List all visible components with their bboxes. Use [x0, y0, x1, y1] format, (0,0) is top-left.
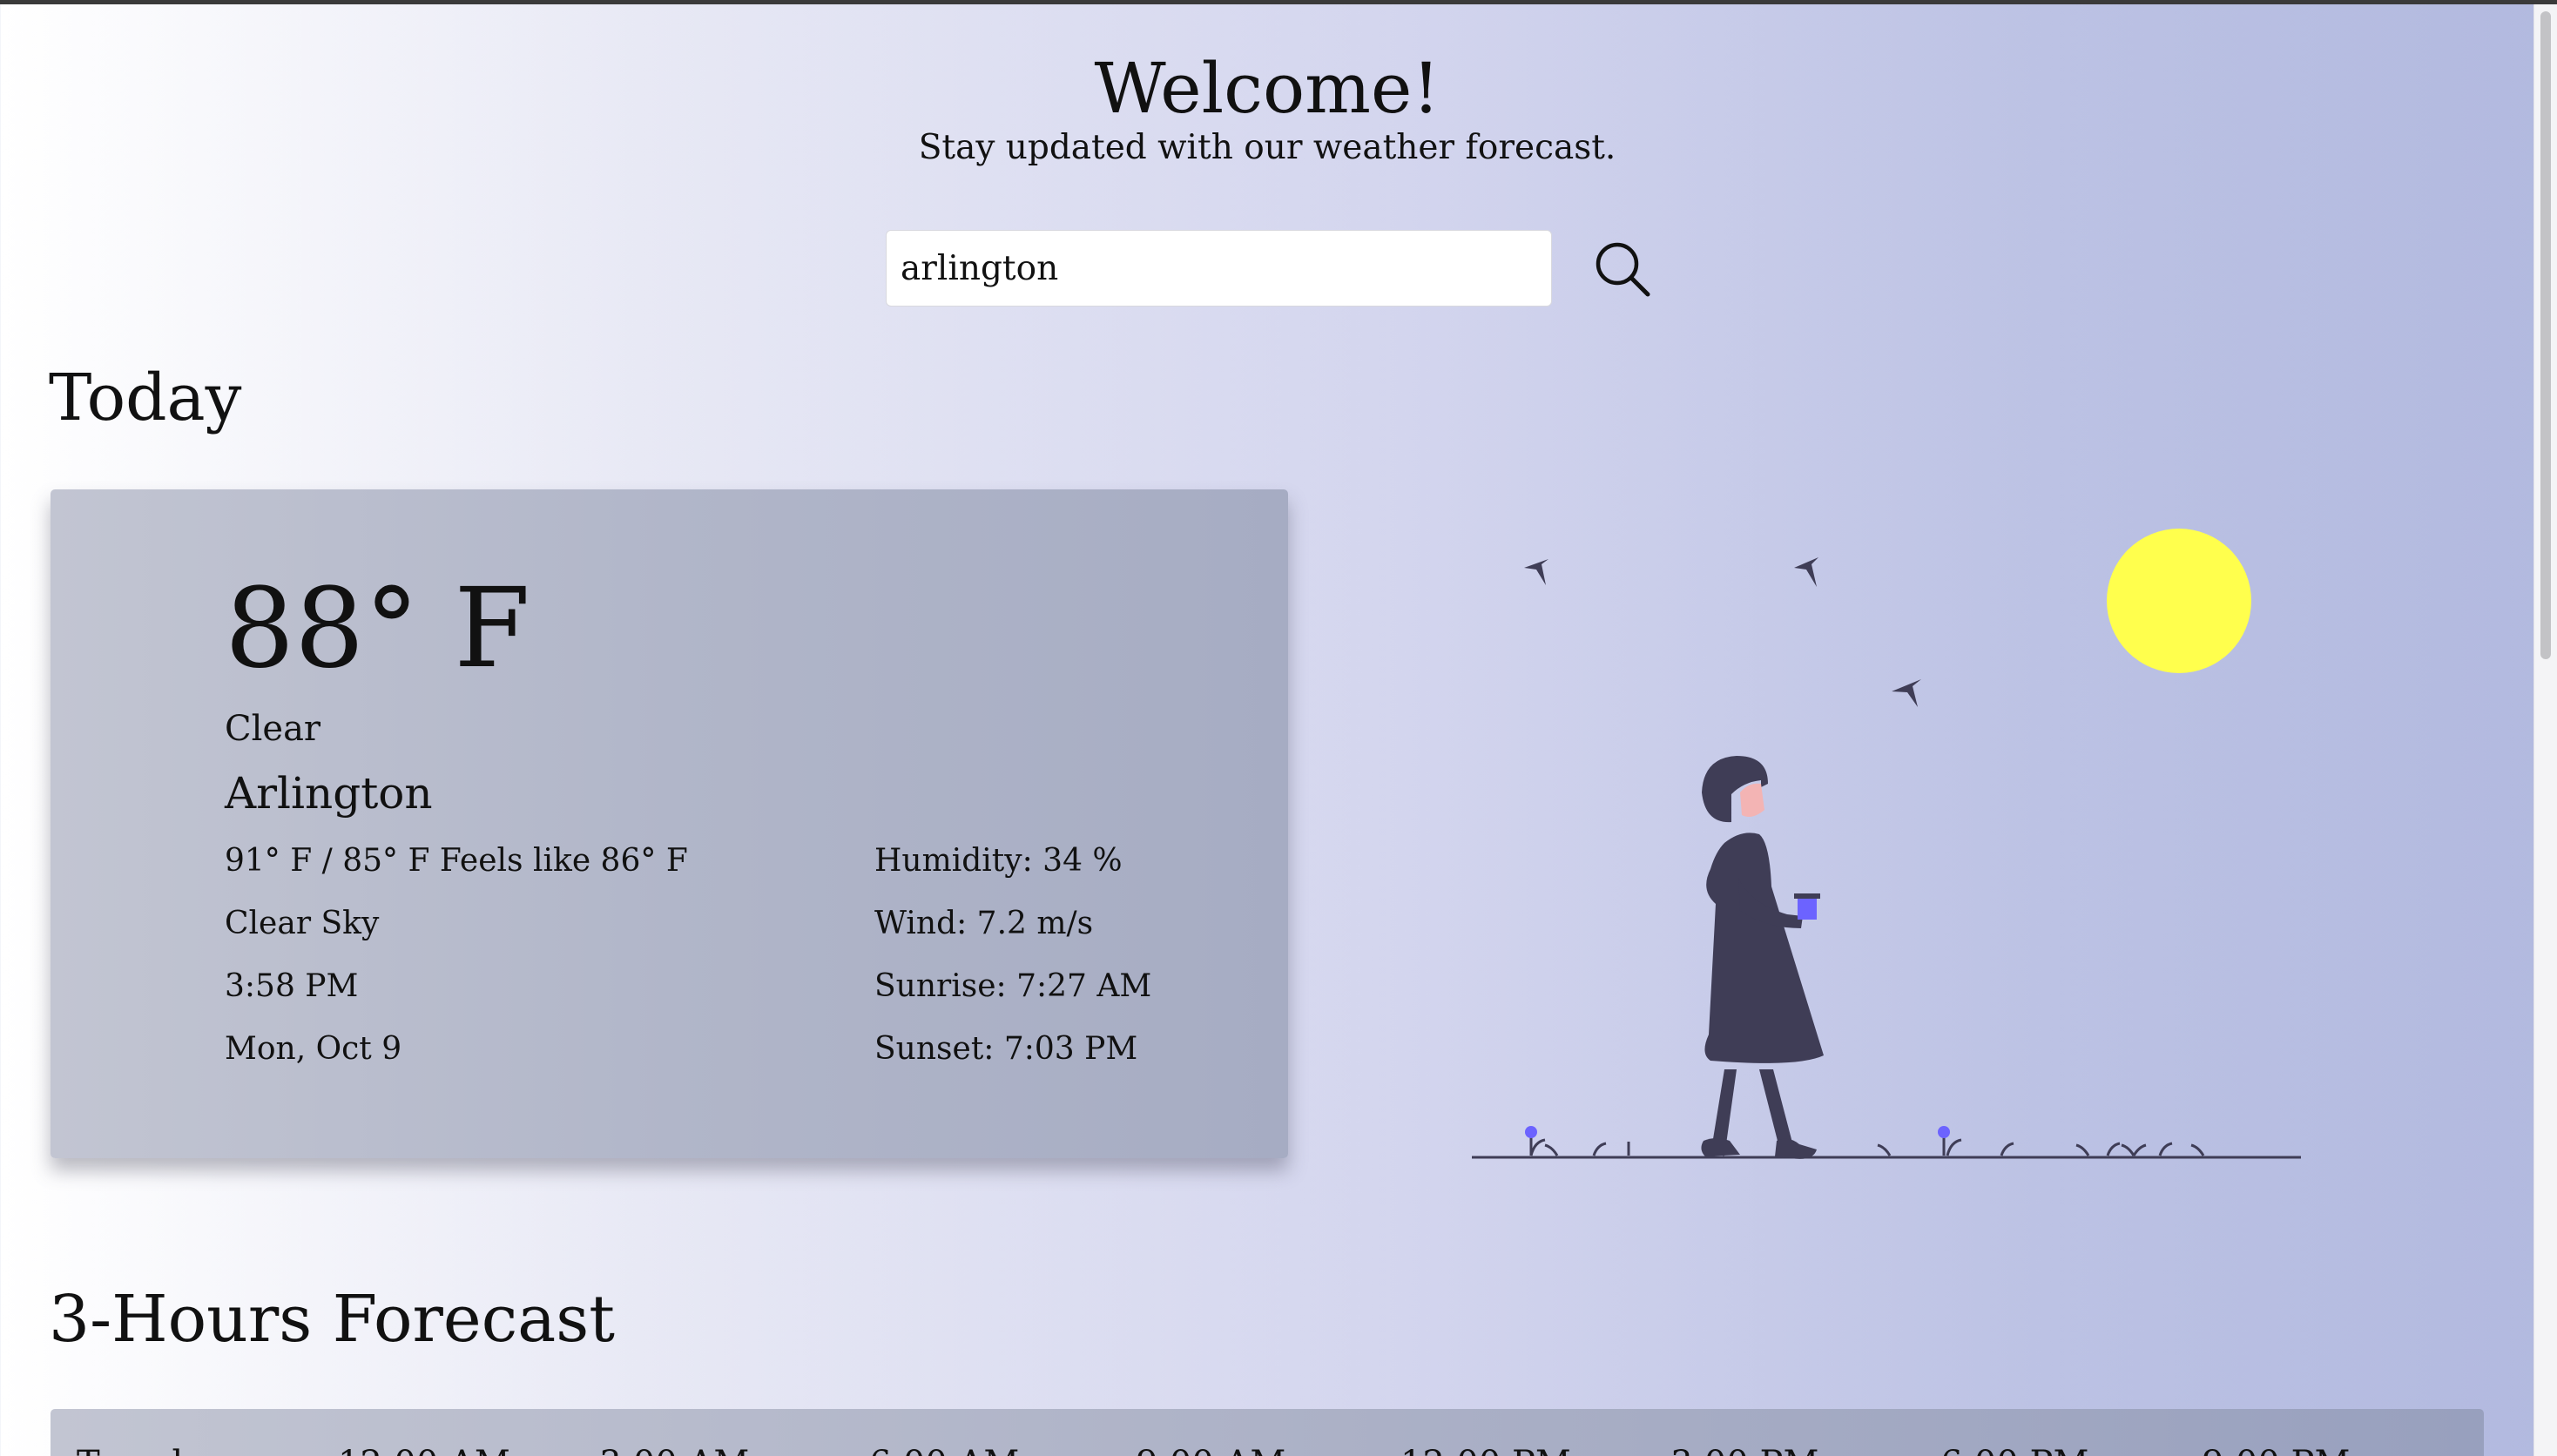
window-top-border [0, 0, 2557, 4]
sunrise-time: Sunrise: 7:27 AM [874, 968, 1152, 1004]
forecast-time: 6:00 AM [869, 1442, 1019, 1456]
today-weather-card: 88° F Clear Arlington 91° F / 85° F Feel… [51, 489, 1288, 1158]
city-name: Arlington [225, 768, 433, 819]
sun-icon [2107, 529, 2251, 673]
woman-figure [1701, 756, 1824, 1159]
humidity: Humidity: 34 % [874, 843, 1123, 879]
search-button[interactable] [1590, 237, 1656, 303]
current-date: Mon, Oct 9 [225, 1031, 402, 1067]
page-title: Welcome! [1094, 48, 1440, 129]
search-input[interactable] [886, 230, 1552, 307]
page-subtitle: Stay updated with our weather forecast. [918, 128, 1616, 167]
forecast-day: Tuesday [77, 1442, 224, 1456]
forecast-time: 12:00 AM [338, 1442, 510, 1456]
forecast-heading: 3-Hours Forecast [49, 1282, 615, 1357]
weather-description: Clear Sky [225, 906, 380, 941]
current-time: 3:58 PM [225, 968, 359, 1004]
forecast-time: 9:00 PM [2202, 1442, 2350, 1456]
current-temperature: 88° F [225, 564, 530, 692]
forecast-time: 3:00 AM [599, 1442, 749, 1456]
page-scrollbar[interactable] [2533, 4, 2557, 1456]
birds-icon [1524, 557, 1921, 707]
forecast-time: 3:00 PM [1670, 1442, 1818, 1456]
walking-woman-illustration [1472, 529, 2301, 1159]
search-icon [1596, 242, 1650, 297]
wind-speed: Wind: 7.2 m/s [874, 906, 1094, 941]
grass-icon [1529, 1138, 2205, 1156]
forecast-time: 9:00 AM [1136, 1442, 1285, 1456]
temp-range-feels-like: 91° F / 85° F Feels like 86° F [225, 843, 688, 879]
scrollbar-thumb[interactable] [2540, 11, 2551, 659]
forecast-card: Tuesday 12:00 AM 3:00 AM 6:00 AM 9:00 AM… [51, 1409, 2484, 1456]
sunset-time: Sunset: 7:03 PM [874, 1031, 1138, 1067]
forecast-time: 6:00 PM [1940, 1442, 2088, 1456]
today-heading: Today [49, 361, 242, 435]
forecast-time: 12:00 PM [1400, 1442, 1571, 1456]
current-condition: Clear [225, 709, 321, 749]
